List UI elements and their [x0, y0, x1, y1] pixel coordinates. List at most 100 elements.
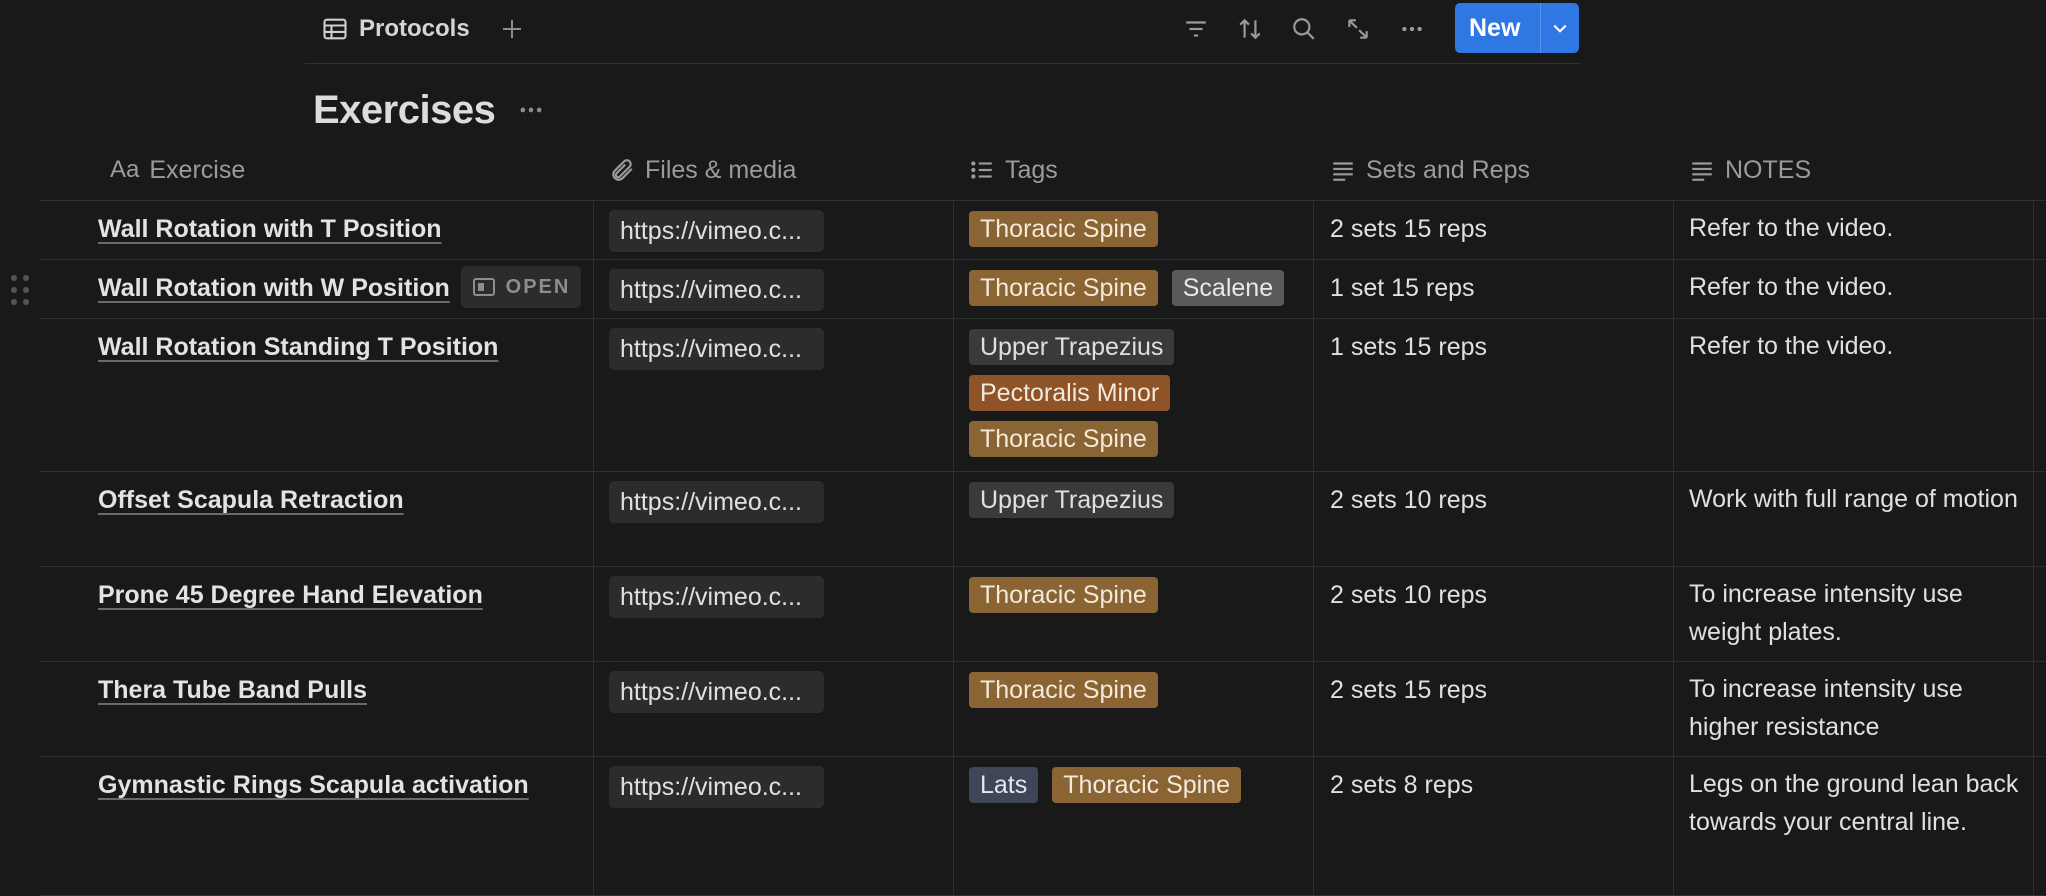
expand-icon — [1348, 19, 1368, 39]
column-header-label: NOTES — [1725, 155, 1812, 184]
sort-button[interactable] — [1231, 10, 1269, 48]
column-header-label: Sets and Reps — [1366, 155, 1530, 184]
sets-reps[interactable]: 2 sets 15 reps — [1330, 215, 1487, 244]
expand-button[interactable] — [1339, 10, 1377, 48]
notes[interactable]: To increase intensity use weight plates. — [1689, 575, 2019, 651]
more-button[interactable] — [1393, 10, 1431, 48]
exercise-name[interactable]: Offset Scapula Retraction — [98, 486, 404, 515]
sets-reps[interactable]: 2 sets 10 reps — [1330, 581, 1487, 610]
notes[interactable]: Refer to the video. — [1689, 327, 2019, 365]
table-row[interactable]: Prone 45 Degree Hand Elevation https://v… — [40, 567, 2046, 662]
file-link[interactable]: https://vimeo.c... — [609, 269, 824, 311]
tags-cell[interactable]: Thoracic Spine — [969, 672, 1309, 708]
exercise-name[interactable]: Wall Rotation with T Position — [98, 215, 441, 244]
drag-handle-icon[interactable] — [10, 274, 30, 306]
column-divider — [953, 201, 954, 259]
tags-cell[interactable]: Lats Thoracic Spine — [969, 767, 1309, 803]
tag: Thoracic Spine — [969, 211, 1158, 247]
column-divider — [1673, 319, 1674, 471]
table-row[interactable]: Gymnastic Rings Scapula activation https… — [40, 757, 2046, 896]
column-divider — [2033, 567, 2034, 661]
title-more-button[interactable] — [517, 96, 545, 124]
sets-reps[interactable]: 2 sets 15 reps — [1330, 676, 1487, 705]
filter-button[interactable] — [1177, 10, 1215, 48]
column-divider — [1673, 260, 1674, 318]
notes[interactable]: To increase intensity use higher resista… — [1689, 670, 2019, 746]
column-divider — [1313, 260, 1314, 318]
column-divider — [1673, 201, 1674, 259]
tags-cell[interactable]: Thoracic Spine — [969, 211, 1309, 247]
file-link[interactable]: https://vimeo.c... — [609, 481, 824, 523]
tags-cell[interactable]: Thoracic Spine Scalene — [969, 270, 1309, 306]
new-dropdown-button[interactable] — [1541, 18, 1579, 38]
notes[interactable]: Legs on the ground lean back towards you… — [1689, 765, 2019, 841]
column-divider — [1313, 757, 1314, 895]
column-divider — [2033, 260, 2034, 318]
sets-reps[interactable]: 2 sets 8 reps — [1330, 771, 1473, 800]
notes[interactable]: Work with full range of motion — [1689, 480, 2019, 518]
new-button-label: New — [1469, 13, 1521, 42]
exercise-name[interactable]: Prone 45 Degree Hand Elevation — [98, 581, 483, 610]
column-divider — [2033, 757, 2034, 895]
column-header-exercise[interactable]: Aa Exercise — [110, 140, 245, 200]
tag: Thoracic Spine — [969, 672, 1158, 708]
column-header-notes[interactable]: NOTES — [1689, 140, 1811, 200]
database-toolbar: Protocols New — [305, 0, 1581, 64]
table-row[interactable]: Wall Rotation Standing T Position https:… — [40, 319, 2046, 472]
column-header-files[interactable]: Files & media — [609, 140, 796, 200]
column-divider — [953, 757, 954, 895]
column-divider — [593, 260, 594, 318]
new-button[interactable]: New — [1455, 3, 1579, 53]
column-header-tags[interactable]: Tags — [969, 140, 1058, 200]
table-row[interactable]: Offset Scapula Retraction https://vimeo.… — [40, 472, 2046, 567]
column-divider — [2033, 319, 2034, 471]
column-divider — [2033, 201, 2034, 259]
toolbar-actions — [1177, 10, 1431, 48]
search-icon — [1293, 18, 1315, 40]
file-link[interactable]: https://vimeo.c... — [609, 576, 824, 618]
tag: Scalene — [1171, 270, 1285, 306]
view-tab-protocols[interactable]: Protocols — [321, 12, 470, 46]
file-link[interactable]: https://vimeo.c... — [609, 766, 824, 808]
file-link[interactable]: https://vimeo.c... — [609, 328, 824, 370]
view-tab-label: Protocols — [359, 15, 470, 42]
sets-reps[interactable]: 1 sets 15 reps — [1330, 333, 1487, 362]
notes[interactable]: Refer to the video. — [1689, 209, 2019, 247]
exercise-name[interactable]: Wall Rotation with W Position — [98, 274, 450, 303]
sets-reps[interactable]: 1 set 15 reps — [1330, 274, 1475, 303]
file-link[interactable]: https://vimeo.c... — [609, 210, 824, 252]
column-divider — [2033, 662, 2034, 756]
search-button[interactable] — [1285, 10, 1323, 48]
tags-cell[interactable]: Upper Trapezius Pectoralis Minor Thoraci… — [969, 329, 1309, 457]
page-title[interactable]: Exercises — [313, 88, 496, 133]
open-button-label: OPEN — [505, 275, 571, 298]
tag: Thoracic Spine — [1052, 767, 1242, 803]
sort-icon — [1239, 18, 1261, 40]
column-divider — [1673, 757, 1674, 895]
column-divider — [1313, 319, 1314, 471]
sets-reps[interactable]: 2 sets 10 reps — [1330, 486, 1487, 515]
column-header-sets[interactable]: Sets and Reps — [1330, 140, 1530, 200]
exercise-name[interactable]: Gymnastic Rings Scapula activation — [98, 771, 529, 800]
column-divider — [2033, 472, 2034, 566]
text-icon — [1692, 162, 1712, 181]
open-page-button[interactable]: OPEN — [461, 266, 581, 308]
filter-icon — [1186, 21, 1206, 37]
paperclip-icon — [612, 159, 633, 181]
exercise-name[interactable]: Thera Tube Band Pulls — [98, 676, 367, 705]
tag: Pectoralis Minor — [969, 375, 1171, 411]
table-row[interactable]: Thera Tube Band Pulls https://vimeo.c...… — [40, 662, 2046, 757]
column-divider — [1313, 567, 1314, 661]
tags-cell[interactable]: Upper Trapezius — [969, 482, 1309, 518]
add-view-button[interactable] — [495, 12, 529, 46]
table-row[interactable]: Wall Rotation with T Position https://vi… — [40, 201, 2046, 260]
notes[interactable]: Refer to the video. — [1689, 268, 2019, 306]
column-divider — [1313, 472, 1314, 566]
title-property-icon: Aa — [110, 156, 140, 183]
column-divider — [953, 472, 954, 566]
tag: Thoracic Spine — [969, 577, 1158, 613]
table-row[interactable]: Wall Rotation with W Position OPEN https… — [11, 260, 2046, 319]
file-link[interactable]: https://vimeo.c... — [609, 671, 824, 713]
exercise-name[interactable]: Wall Rotation Standing T Position — [98, 333, 498, 362]
tags-cell[interactable]: Thoracic Spine — [969, 577, 1309, 613]
